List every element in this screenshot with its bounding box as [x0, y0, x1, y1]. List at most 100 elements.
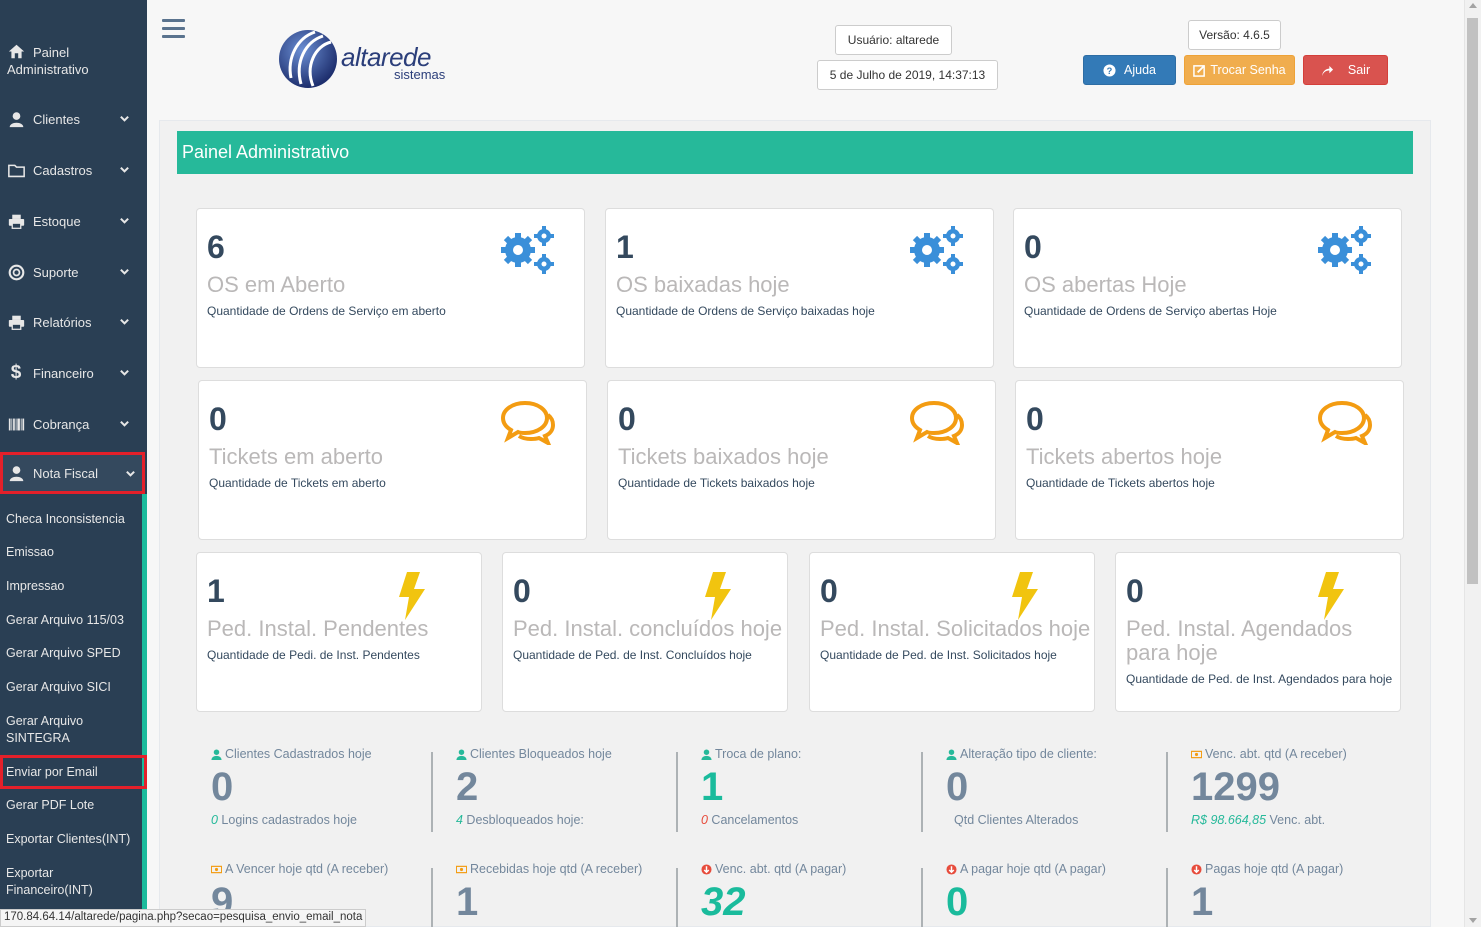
card-label: Ped. Instal. Pendentes [207, 616, 429, 641]
submenu-item-enviar-email[interactable]: Enviar por Email [6, 764, 98, 781]
sidebar-item-label: Estoque [33, 213, 81, 229]
question-icon: ? [1103, 63, 1116, 77]
card-desc: Quantidade de Ped. de Inst. Agendados pa… [1126, 672, 1393, 686]
bolt-icon [705, 572, 731, 620]
sidebar-item-financeiro[interactable]: $ Financeiro [0, 353, 147, 393]
logo: altarede sistemas [277, 28, 467, 92]
vertical-scrollbar[interactable] [1464, 0, 1481, 927]
scroll-down-icon[interactable] [1469, 918, 1477, 923]
card-ped-solicitados[interactable]: 0 Ped. Instal. Solicitados hoje Quantida… [809, 552, 1095, 712]
comments-icon [1318, 401, 1372, 445]
card-tickets-baixados[interactable]: 0 Tickets baixados hoje Quantidade de Ti… [607, 380, 996, 540]
card-tickets-abertos[interactable]: 0 Tickets abertos hoje Quantidade de Tic… [1015, 380, 1404, 540]
stat-venc-pagar: Venc. abt. qtd (A pagar) 32 [701, 862, 931, 924]
stat-sub-label: Desbloqueados hoje: [462, 813, 584, 827]
user-icon [7, 110, 25, 128]
stat-sub-value: 0 [701, 813, 708, 827]
card-os-aberto[interactable]: 6 OS em Aberto Quantidade de Ordens de S… [196, 208, 585, 368]
bolt-icon [399, 572, 425, 620]
stat-value: 1 [1191, 880, 1214, 924]
gears-icon [910, 226, 963, 274]
card-desc: Quantidade de Tickets baixados hoje [618, 476, 815, 490]
bolt-icon [1318, 572, 1344, 620]
submenu-item-checa-inconsistencia[interactable]: Checa Inconsistencia [6, 511, 125, 528]
submenu-item-gerar-pdf[interactable]: Gerar PDF Lote [6, 797, 94, 814]
sidebar-item-cobranca[interactable]: Cobrança [0, 404, 147, 444]
card-desc: Quantidade de Pedi. de Inst. Pendentes [207, 648, 420, 662]
card-value: 0 [209, 401, 227, 437]
submenu-item-gerar-115[interactable]: Gerar Arquivo 115/03 [6, 612, 124, 629]
card-os-abertas[interactable]: 0 OS abertas Hoje Quantidade de Ordens d… [1013, 208, 1402, 368]
version-label: Versão: 4.6.5 [1188, 20, 1281, 50]
menu-toggle-icon[interactable] [162, 19, 185, 39]
card-desc: Quantidade de Tickets em aberto [209, 476, 386, 490]
card-value: 1 [616, 229, 634, 265]
sidebar-item-cadastros[interactable]: Cadastros [0, 150, 147, 190]
stat-title: Recebidas hoje qtd (A receber) [470, 862, 643, 876]
logout-button[interactable]: Sair [1303, 55, 1388, 85]
chevron-down-icon [125, 467, 137, 479]
dollar-icon: $ [10, 362, 22, 383]
submenu-item-gerar-sped[interactable]: Gerar Arquivo SPED [6, 645, 121, 662]
card-desc: Quantidade de Ordens de Serviço abertas … [1024, 304, 1277, 318]
gears-icon [501, 226, 554, 274]
stat-title: Clientes Cadastrados hoje [225, 747, 372, 761]
user-icon [7, 464, 25, 482]
card-label: Tickets abertos hoje [1026, 444, 1223, 469]
chevron-down-icon [119, 265, 131, 277]
sidebar-item-label: Financeiro [33, 365, 94, 381]
stat-value: 32 [701, 880, 746, 924]
svg-text:?: ? [1107, 65, 1113, 75]
user-icon [211, 748, 222, 760]
user-label: Usuário: altarede [835, 25, 952, 55]
lifebuoy-icon [7, 263, 25, 281]
sidebar-item-label: Suporte [33, 264, 79, 280]
card-tickets-aberto[interactable]: 0 Tickets em aberto Quantidade de Ticket… [198, 380, 587, 540]
submenu-item-exportar-clientes[interactable]: Exportar Clientes(INT) [6, 831, 130, 848]
sidebar-item-relatorios[interactable]: Relatórios [0, 302, 147, 342]
stat-title: Clientes Bloqueados hoje [470, 747, 612, 761]
card-value: 0 [513, 573, 531, 609]
stat-sub-label: Logins cadastrados hoje [217, 813, 357, 827]
sidebar-item-painel[interactable]: Painel Administrativo [0, 40, 147, 82]
chevron-down-icon [119, 315, 131, 327]
card-ped-concluidos[interactable]: 0 Ped. Instal. concluídos hoje Quantidad… [502, 552, 788, 712]
stat-title: A Vencer hoje qtd (A receber) [225, 862, 389, 876]
card-ped-pendentes[interactable]: 1 Ped. Instal. Pendentes Quantidade de P… [196, 552, 482, 712]
submenu-item-gerar-sici[interactable]: Gerar Arquivo SICI [6, 679, 111, 696]
panel-title: Painel Administrativo [177, 131, 1413, 174]
stat-sub-label: Qtd Clientes Alterados [954, 813, 1079, 827]
logo-subtext: sistemas [394, 67, 446, 82]
arrow-down-icon [1191, 863, 1202, 875]
stat-troca-plano: Troca de plano: 1 0 Cancelamentos [701, 747, 931, 827]
sidebar-item-estoque[interactable]: Estoque [0, 201, 147, 241]
stat-clientes-bloqueados: Clientes Bloqueados hoje 2 4 Desbloquead… [456, 747, 686, 827]
folder-icon [7, 161, 25, 179]
card-ped-agendados[interactable]: 0 Ped. Instal. Agendados para hoje Quant… [1115, 552, 1401, 712]
stat-sub-value: 0 [211, 813, 218, 827]
print-icon [7, 212, 25, 230]
submenu-item-impressao[interactable]: Impressao [6, 578, 64, 595]
scrollbar-thumb[interactable] [1467, 18, 1478, 584]
submenu-item-gerar-sintegra[interactable]: Gerar Arquivo SINTEGRA [6, 713, 106, 747]
logo-globe-icon [279, 30, 337, 88]
sidebar-item-clientes[interactable]: Clientes [0, 99, 147, 139]
submenu-item-exportar-financeiro[interactable]: Exportar Financeiro(INT) [6, 865, 106, 899]
datetime-label: 5 de Julho de 2019, 14:37:13 [817, 60, 998, 90]
user-icon [456, 748, 467, 760]
sidebar-item-label: Nota Fiscal [33, 465, 99, 481]
card-desc: Quantidade de Ped. de Inst. Solicitados … [820, 648, 1057, 662]
submenu-item-emissao[interactable]: Emissao [6, 544, 54, 561]
scroll-up-icon[interactable] [1469, 3, 1477, 8]
sidebar-item-label: Clientes [33, 111, 80, 127]
card-label: Tickets em aberto [209, 444, 384, 469]
stat-value: 1 [456, 880, 479, 924]
change-password-button[interactable]: Trocar Senha [1184, 55, 1295, 85]
arrow-down-icon [946, 863, 957, 875]
sidebar-item-suporte[interactable]: Suporte [0, 252, 147, 292]
help-button[interactable]: ? Ajuda [1083, 55, 1176, 85]
card-os-baixadas[interactable]: 1 OS baixadas hoje Quantidade de Ordens … [605, 208, 994, 368]
chevron-down-icon [119, 417, 131, 429]
sidebar-item-nota-fiscal[interactable]: Nota Fiscal [0, 452, 145, 494]
card-label: OS em Aberto [207, 272, 346, 297]
